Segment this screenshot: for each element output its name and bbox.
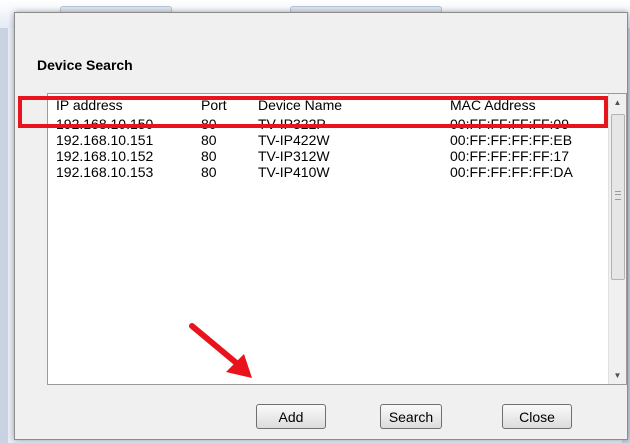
device-name: TV-IP422W (258, 132, 330, 148)
close-button[interactable]: Close (502, 404, 572, 429)
device-ip: 192.168.10.152 (56, 148, 154, 164)
scroll-down-arrow-icon[interactable]: ▼ (609, 367, 626, 384)
grip-icon (615, 191, 621, 200)
device-port: 80 (201, 132, 217, 148)
device-list[interactable]: IP address Port Device Name MAC Address … (47, 93, 627, 385)
device-port: 80 (201, 148, 217, 164)
highlight-box (18, 96, 608, 128)
device-name: TV-IP410W (258, 164, 330, 180)
device-search-dialog: Device Search IP address Port Device Nam… (14, 12, 628, 440)
device-row[interactable]: 192.168.10.151 80 TV-IP422W 00:FF:FF:FF:… (48, 132, 608, 148)
scroll-up-arrow-icon[interactable]: ▲ (609, 94, 626, 111)
add-button[interactable]: Add (256, 404, 326, 429)
background-window-edge (0, 28, 8, 443)
device-ip: 192.168.10.151 (56, 132, 154, 148)
vertical-scrollbar[interactable]: ▲ ▼ (608, 94, 626, 384)
device-port: 80 (201, 164, 217, 180)
device-mac: 00:FF:FF:FF:FF:DA (450, 164, 573, 180)
dialog-title: Device Search (37, 57, 133, 73)
device-row[interactable]: 192.168.10.152 80 TV-IP312W 00:FF:FF:FF:… (48, 148, 608, 164)
device-row[interactable]: 192.168.10.153 80 TV-IP410W 00:FF:FF:FF:… (48, 164, 608, 180)
device-ip: 192.168.10.153 (56, 164, 154, 180)
device-mac: 00:FF:FF:FF:FF:EB (450, 132, 573, 148)
scroll-thumb[interactable] (611, 114, 625, 280)
red-arrow-icon (189, 323, 252, 378)
device-mac: 00:FF:FF:FF:FF:17 (450, 148, 570, 164)
device-name: TV-IP312W (258, 148, 330, 164)
search-button[interactable]: Search (380, 404, 442, 429)
